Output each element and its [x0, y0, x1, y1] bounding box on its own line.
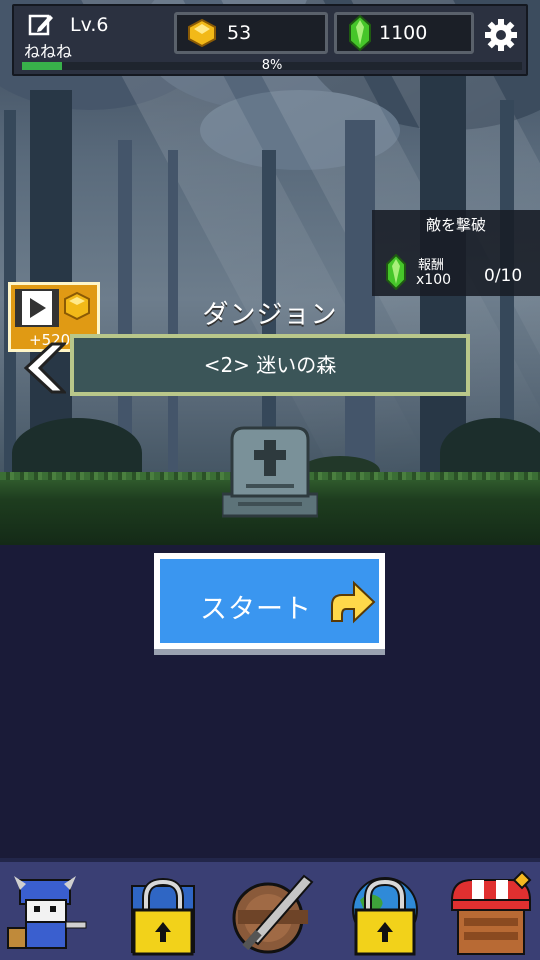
arrow-right-icon	[331, 580, 376, 624]
gold-nugget-icon	[188, 18, 216, 48]
quest-reward-amount: x100	[416, 272, 452, 288]
start-button[interactable]: スタート	[154, 553, 385, 649]
quest-title: 敵を撃破	[425, 216, 486, 234]
gem-counter[interactable]: 1100	[334, 12, 474, 54]
player-level: Lv.6	[70, 14, 109, 36]
bottom-navigation	[0, 858, 540, 960]
quest-progress: 0/10	[484, 266, 523, 286]
gem-amount: 1100	[379, 22, 428, 44]
xp-percent: 8%	[261, 58, 283, 73]
dungeon-label: ダンジョン	[202, 300, 338, 330]
gold-counter[interactable]: 53	[174, 12, 328, 54]
dungeon-selector[interactable]: <2> 迷いの森	[70, 334, 470, 396]
knight-hero-icon[interactable]	[4, 870, 94, 960]
gear-icon[interactable]	[484, 18, 518, 52]
padlock-icon[interactable]	[118, 870, 208, 960]
chevron-left-icon[interactable]	[18, 340, 66, 396]
sword-shield-icon[interactable]	[228, 870, 318, 960]
start-button-label: スタート	[200, 594, 312, 625]
dungeon-name: <2> 迷いの森	[203, 353, 337, 377]
shop-stall-icon[interactable]	[446, 870, 536, 960]
quest-panel[interactable]: 敵を撃破 報酬 x100 0/10	[372, 210, 540, 296]
padlock-icon[interactable]	[340, 870, 430, 960]
tombstone	[222, 426, 318, 518]
edit-icon[interactable]	[28, 12, 54, 38]
green-gem-icon	[386, 254, 406, 290]
quest-reward-label: 報酬	[418, 258, 445, 273]
green-gem-icon	[349, 15, 371, 51]
gold-amount: 53	[227, 22, 252, 44]
top-status-bar: Lv.6 ねねね 53 1100 8%	[12, 4, 528, 76]
